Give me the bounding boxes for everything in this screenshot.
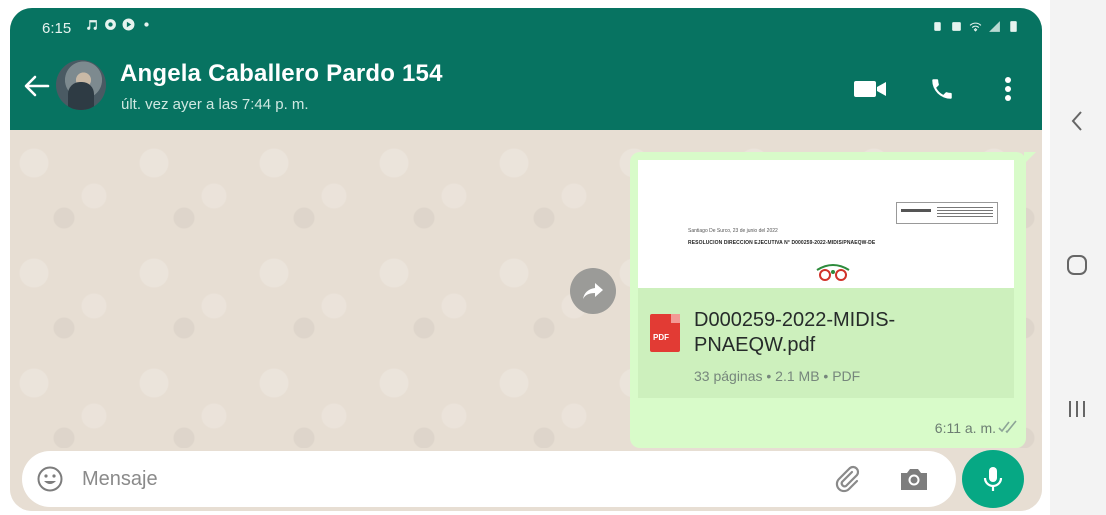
back-arrow-icon[interactable] xyxy=(22,74,50,98)
file-info[interactable]: PDF D000259-2022-MIDIS-PNAEQW.pdf 33 pág… xyxy=(638,288,1014,398)
contact-avatar[interactable] xyxy=(56,60,106,110)
phone-call-icon xyxy=(932,79,952,99)
outgoing-document-message[interactable]: Santiago De Surco, 23 de junio del 2022 … xyxy=(630,152,1036,448)
chat-header: 6:15 Angela Caballero Pardo 154 últ. vez… xyxy=(10,8,1042,130)
forward-button[interactable] xyxy=(570,268,616,314)
android-navigation-bar xyxy=(1050,0,1106,515)
settings-icon xyxy=(105,19,116,30)
chat-messages-area[interactable]: Santiago De Surco, 23 de junio del 2022 … xyxy=(10,130,1042,448)
battery-icon xyxy=(1010,21,1017,32)
play-icon xyxy=(122,18,135,31)
microphone-icon xyxy=(983,467,1003,491)
wifi-icon xyxy=(969,22,982,32)
message-input-container[interactable] xyxy=(22,451,956,507)
read-receipt-icon xyxy=(998,420,1017,434)
recents-icon xyxy=(1069,401,1085,417)
video-call-button[interactable] xyxy=(852,74,888,104)
message-time: 6:11 a. m. xyxy=(934,420,996,436)
vibrate-icon xyxy=(952,22,961,31)
nav-recents-button[interactable] xyxy=(1062,394,1092,424)
preview-title-line: RESOLUCION DIRECCION EJECUTIVA N° D00025… xyxy=(688,240,876,246)
file-name: D000259-2022-MIDIS-PNAEQW.pdf xyxy=(694,309,896,356)
voice-call-button[interactable] xyxy=(924,74,960,104)
document-preview[interactable]: Santiago De Surco, 23 de junio del 2022 … xyxy=(638,160,1014,288)
institution-logo-icon xyxy=(816,264,850,281)
nav-back-button[interactable] xyxy=(1062,106,1092,136)
pdf-badge: PDF xyxy=(653,333,669,342)
contact-name[interactable]: Angela Caballero Pardo 154 xyxy=(120,60,443,88)
music-note-icon xyxy=(87,20,97,30)
video-call-icon xyxy=(854,81,886,97)
notification-icons xyxy=(86,18,153,31)
attach-icon[interactable] xyxy=(832,464,862,494)
status-bar: 6:15 xyxy=(10,8,1042,46)
home-square-icon xyxy=(1067,255,1087,275)
camera-icon[interactable] xyxy=(898,464,930,494)
pdf-file-icon: PDF xyxy=(650,314,680,352)
dot-icon xyxy=(144,22,149,27)
system-status-icons xyxy=(931,20,1020,33)
message-input[interactable] xyxy=(82,461,802,497)
alarm-icon xyxy=(934,22,941,31)
document-signature-stamp xyxy=(896,202,998,224)
forward-icon xyxy=(583,283,603,299)
nav-home-button[interactable] xyxy=(1062,250,1092,280)
emoji-icon[interactable] xyxy=(36,465,64,493)
voice-message-button[interactable] xyxy=(962,450,1024,508)
bubble-tail xyxy=(1024,152,1036,164)
file-meta: 33 páginas • 2.1 MB • PDF xyxy=(694,368,861,384)
more-vert-icon xyxy=(1005,77,1011,101)
preview-date-line: Santiago De Surco, 23 de junio del 2022 xyxy=(688,228,778,234)
status-time: 6:15 xyxy=(42,20,72,37)
more-options-button[interactable] xyxy=(990,74,1026,104)
last-seen-status[interactable]: últ. vez ayer a las 7:44 p. m. xyxy=(121,96,309,113)
composer-bar xyxy=(10,448,1042,511)
chevron-left-icon xyxy=(1071,111,1082,131)
whatsapp-chat-screen: 6:15 Angela Caballero Pardo 154 últ. vez… xyxy=(10,8,1042,511)
signal-icon xyxy=(989,21,1000,32)
